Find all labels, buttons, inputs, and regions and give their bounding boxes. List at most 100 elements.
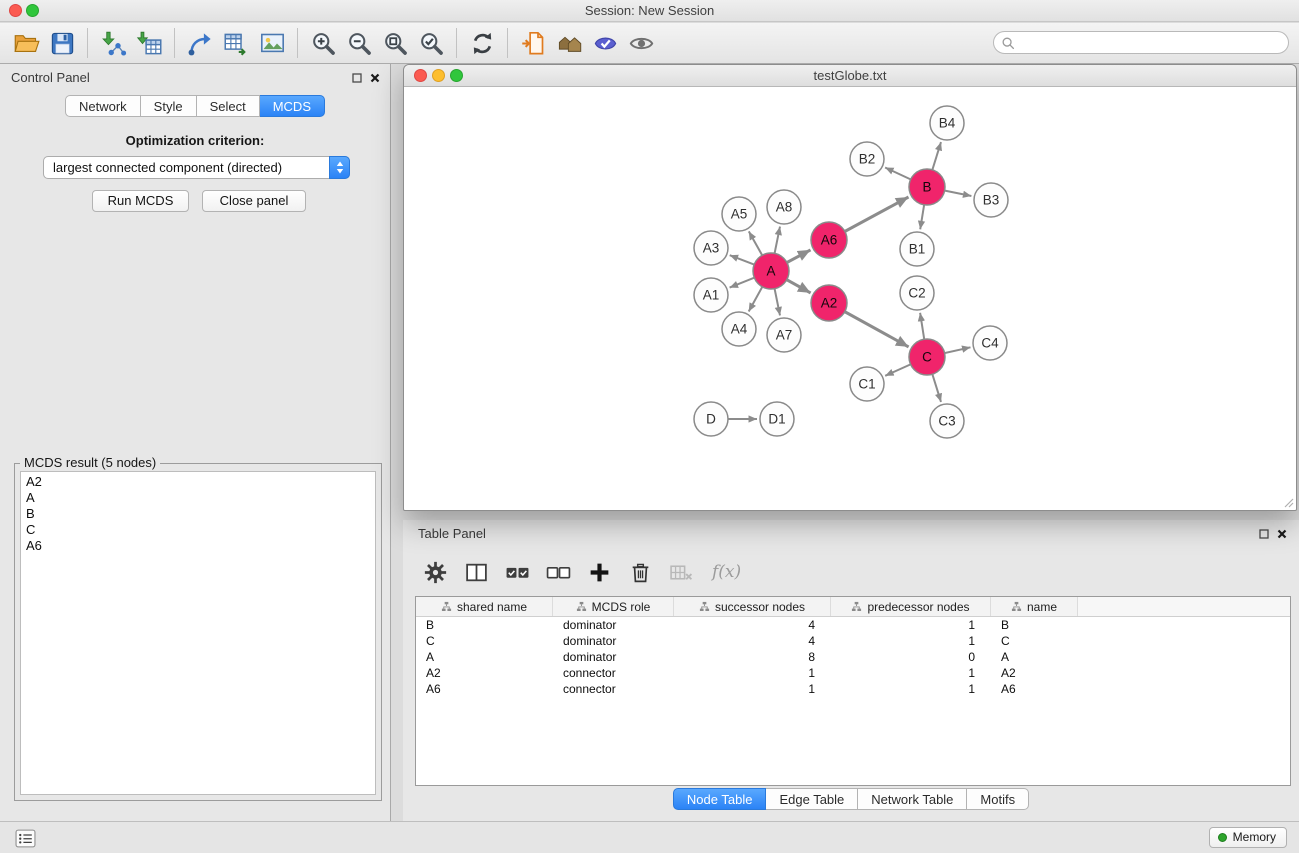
search-input[interactable] xyxy=(1020,33,1278,52)
resize-grip[interactable] xyxy=(1282,496,1294,508)
node-A1[interactable]: A1 xyxy=(694,278,728,312)
zoom-fit-icon[interactable] xyxy=(377,27,413,59)
node-B[interactable]: B xyxy=(909,169,945,205)
apply-style-icon[interactable] xyxy=(587,27,623,59)
delete-row-icon[interactable] xyxy=(622,555,659,589)
float-panel-icon[interactable] xyxy=(349,70,364,85)
table-row[interactable]: A2connector11A2 xyxy=(416,665,1290,681)
result-list-item[interactable]: A2 xyxy=(26,474,370,490)
show-hide-icon[interactable] xyxy=(623,27,659,59)
table-cell-filler xyxy=(1078,681,1290,697)
toolbar-separator xyxy=(297,28,298,58)
select-all-icon[interactable] xyxy=(499,555,536,589)
export-table-icon[interactable] xyxy=(218,27,254,59)
tab-motifs[interactable]: Motifs xyxy=(967,788,1029,810)
table-row[interactable]: Cdominator41C xyxy=(416,633,1290,649)
network-window: testGlobe.txt B4B2BB3A5A8A6B1A3AC2A1A2A4… xyxy=(403,64,1297,511)
mcds-result-group: MCDS result (5 nodes) A2ABCA6 xyxy=(14,463,382,801)
table-cell-filler xyxy=(1078,665,1290,681)
criterion-dropdown-value: largest connected component (directed) xyxy=(53,160,282,175)
result-list-item[interactable]: B xyxy=(26,506,370,522)
tab-network[interactable]: Network xyxy=(65,95,141,117)
first-neighbors-icon[interactable] xyxy=(515,27,551,59)
tab-select[interactable]: Select xyxy=(197,95,260,117)
node-B4[interactable]: B4 xyxy=(930,106,964,140)
tab-edge-table[interactable]: Edge Table xyxy=(766,788,858,810)
close-panel-icon[interactable] xyxy=(367,70,382,85)
node-label: A3 xyxy=(703,241,720,256)
zoom-in-icon[interactable] xyxy=(305,27,341,59)
node-C1[interactable]: C1 xyxy=(850,367,884,401)
column-header-name[interactable]: name xyxy=(991,597,1078,616)
node-D[interactable]: D xyxy=(694,402,728,436)
close-panel-button[interactable]: Close panel xyxy=(202,190,306,212)
node-A8[interactable]: A8 xyxy=(767,190,801,224)
task-history-icon[interactable] xyxy=(12,828,38,848)
zoom-out-icon[interactable] xyxy=(341,27,377,59)
import-network-icon[interactable] xyxy=(95,27,131,59)
run-mcds-button[interactable]: Run MCDS xyxy=(92,190,189,212)
home-networks-icon[interactable] xyxy=(551,27,587,59)
node-label: D xyxy=(706,412,716,427)
zoom-selected-icon[interactable] xyxy=(413,27,449,59)
tab-style[interactable]: Style xyxy=(141,95,197,117)
node-A2[interactable]: A2 xyxy=(811,285,847,321)
import-table-icon[interactable] xyxy=(131,27,167,59)
node-C2[interactable]: C2 xyxy=(900,276,934,310)
save-session-icon[interactable] xyxy=(44,27,80,59)
node-A6[interactable]: A6 xyxy=(811,222,847,258)
open-session-icon[interactable] xyxy=(8,27,44,59)
table-cell: 4 xyxy=(674,617,831,633)
export-network-icon[interactable] xyxy=(182,27,218,59)
node-B3[interactable]: B3 xyxy=(974,183,1008,217)
node-A3[interactable]: A3 xyxy=(694,231,728,265)
table-row[interactable]: Bdominator41B xyxy=(416,617,1290,633)
table-cell-filler xyxy=(1078,633,1290,649)
table-row[interactable]: Adominator80A xyxy=(416,649,1290,665)
table-row[interactable]: A6connector11A6 xyxy=(416,681,1290,697)
column-header-label: predecessor nodes xyxy=(867,597,969,616)
refresh-layout-icon[interactable] xyxy=(464,27,500,59)
close-table-panel-icon[interactable] xyxy=(1274,526,1289,541)
tab-node-table[interactable]: Node Table xyxy=(673,788,767,810)
toolbar-separator xyxy=(456,28,457,58)
result-list-item[interactable]: C xyxy=(26,522,370,538)
column-header-predecessor-nodes[interactable]: predecessor nodes xyxy=(831,597,991,616)
column-header-shared-name[interactable]: shared name xyxy=(416,597,553,616)
table-cell: A2 xyxy=(991,665,1078,681)
node-table: shared nameMCDS rolesuccessor nodes prede… xyxy=(415,596,1291,786)
column-header-mcds-role[interactable]: MCDS role xyxy=(553,597,674,616)
export-image-icon[interactable] xyxy=(254,27,290,59)
criterion-dropdown[interactable]: largest connected component (directed) xyxy=(43,156,350,179)
memory-button[interactable]: Memory xyxy=(1209,827,1287,848)
node-A[interactable]: A xyxy=(753,253,789,289)
network-canvas[interactable]: B4 B2 B B3 A5 A8 A6 B1 A3 A C2 A1 A2 A4 A7 C4 C C1 C3 D D1 xyxy=(404,88,1296,510)
table-cell: B xyxy=(991,617,1078,633)
table-cell: dominator xyxy=(553,617,674,633)
mcds-result-list: A2ABCA6 xyxy=(20,471,376,795)
toolbar-separator xyxy=(174,28,175,58)
node-C[interactable]: C xyxy=(909,339,945,375)
node-C3[interactable]: C3 xyxy=(930,404,964,438)
dropdown-arrows-icon xyxy=(329,156,350,179)
table-cell: 0 xyxy=(831,649,991,665)
result-list-item[interactable]: A xyxy=(26,490,370,506)
tab-network-table[interactable]: Network Table xyxy=(858,788,967,810)
node-label: B xyxy=(922,180,931,195)
add-row-icon[interactable] xyxy=(581,555,618,589)
node-D1[interactable]: D1 xyxy=(760,402,794,436)
network-graph[interactable]: B4 B2 B B3 A5 A8 A6 B1 A3 A C2 A1 A2 A4 A7 C4 C C1 C3 D D1 xyxy=(404,88,1296,510)
node-B2[interactable]: B2 xyxy=(850,142,884,176)
table-settings-icon[interactable] xyxy=(417,555,454,589)
deselect-all-icon[interactable] xyxy=(540,555,577,589)
node-A4[interactable]: A4 xyxy=(722,312,756,346)
node-A7[interactable]: A7 xyxy=(767,318,801,352)
column-header-successor-nodes[interactable]: successor nodes xyxy=(674,597,831,616)
result-list-item[interactable]: A6 xyxy=(26,538,370,554)
node-B1[interactable]: B1 xyxy=(900,232,934,266)
show-columns-icon[interactable] xyxy=(458,555,495,589)
float-table-panel-icon[interactable] xyxy=(1256,526,1271,541)
node-A5[interactable]: A5 xyxy=(722,197,756,231)
node-C4[interactable]: C4 xyxy=(973,326,1007,360)
tab-mcds[interactable]: MCDS xyxy=(260,95,325,117)
